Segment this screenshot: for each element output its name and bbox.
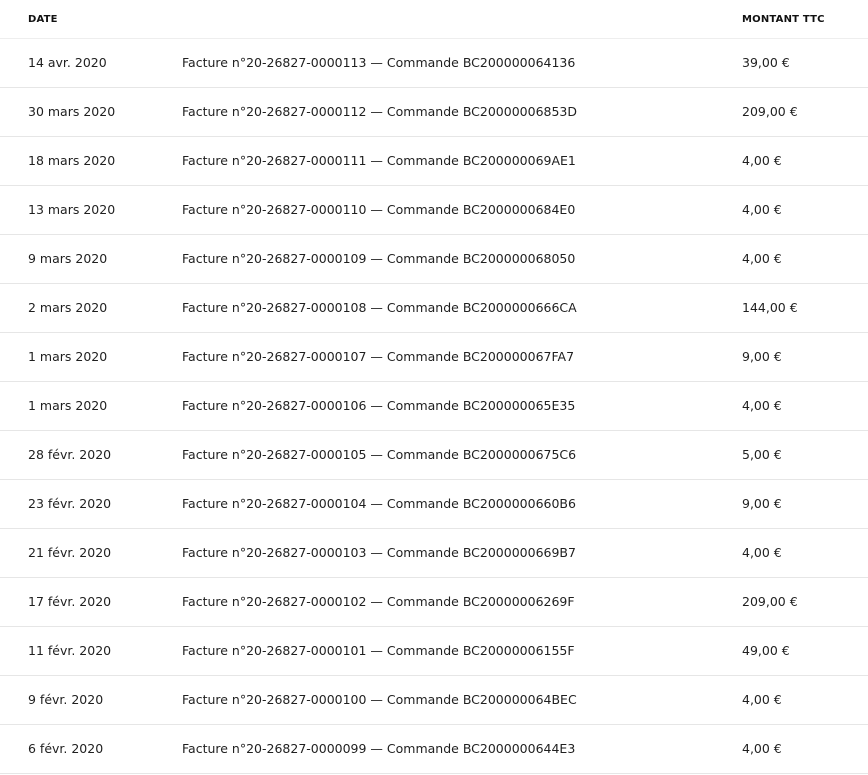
- invoice-amount: 209,00 €: [742, 594, 798, 609]
- table-row[interactable]: 2 mars 2020 Facture n°20-26827-0000108 — …: [0, 284, 868, 333]
- invoice-date: 6 févr. 2020: [28, 741, 104, 756]
- invoice-date: 9 févr. 2020: [28, 692, 104, 707]
- invoice-date: 9 mars 2020: [28, 251, 108, 266]
- table-row[interactable]: 1 mars 2020 Facture n°20-26827-0000106 — …: [0, 382, 868, 431]
- invoice-amount: 9,00 €: [742, 496, 782, 511]
- invoice-table: DATE MONTANT TTC 14 avr. 2020 Facture n°2…: [0, 0, 868, 774]
- invoice-amount: 209,00 €: [742, 104, 798, 119]
- table-row[interactable]: 6 févr. 2020 Facture n°20-26827-0000099 —…: [0, 725, 868, 774]
- invoice-amount: 39,00 €: [742, 55, 790, 70]
- table-row[interactable]: 1 mars 2020 Facture n°20-26827-0000107 — …: [0, 333, 868, 382]
- invoice-date: 1 mars 2020: [28, 349, 108, 364]
- invoice-date: 11 févr. 2020: [28, 643, 112, 658]
- invoice-amount: 4,00 €: [742, 202, 782, 217]
- invoice-description-link[interactable]: Facture n°20-26827-0000109 — Commande BC…: [182, 251, 575, 267]
- table-row[interactable]: 28 févr. 2020 Facture n°20-26827-0000105 …: [0, 431, 868, 480]
- invoice-date: 28 févr. 2020: [28, 447, 112, 462]
- column-header-date: DATE: [28, 14, 58, 25]
- invoice-amount: 49,00 €: [742, 643, 790, 658]
- invoice-description-link[interactable]: Facture n°20-26827-0000101 — Commande BC…: [182, 643, 575, 659]
- table-body: 14 avr. 2020 Facture n°20-26827-0000113 —…: [0, 39, 868, 774]
- invoice-description-link[interactable]: Facture n°20-26827-0000108 — Commande BC…: [182, 300, 577, 316]
- table-header: DATE MONTANT TTC: [0, 0, 868, 39]
- invoice-amount: 4,00 €: [742, 545, 782, 560]
- invoice-description-link[interactable]: Facture n°20-26827-0000105 — Commande BC…: [182, 447, 576, 463]
- invoice-date: 1 mars 2020: [28, 398, 108, 413]
- invoice-date: 23 févr. 2020: [28, 496, 112, 511]
- invoice-amount: 4,00 €: [742, 153, 782, 168]
- table-row[interactable]: 30 mars 2020 Facture n°20-26827-0000112 —…: [0, 88, 868, 137]
- table-row[interactable]: 14 avr. 2020 Facture n°20-26827-0000113 —…: [0, 39, 868, 88]
- invoice-date: 17 févr. 2020: [28, 594, 112, 609]
- invoice-date: 2 mars 2020: [28, 300, 108, 315]
- invoice-date: 14 avr. 2020: [28, 55, 107, 70]
- table-row[interactable]: 11 févr. 2020 Facture n°20-26827-0000101 …: [0, 627, 868, 676]
- table-row[interactable]: 23 févr. 2020 Facture n°20-26827-0000104 …: [0, 480, 868, 529]
- table-row[interactable]: 18 mars 2020 Facture n°20-26827-0000111 —…: [0, 137, 868, 186]
- invoice-description-link[interactable]: Facture n°20-26827-0000102 — Commande BC…: [182, 594, 575, 610]
- invoice-amount: 4,00 €: [742, 741, 782, 756]
- column-header-amount: MONTANT TTC: [742, 14, 825, 25]
- invoice-description-link[interactable]: Facture n°20-26827-0000111 — Commande BC…: [182, 153, 576, 169]
- table-row[interactable]: 9 mars 2020 Facture n°20-26827-0000109 — …: [0, 235, 868, 284]
- invoice-amount: 144,00 €: [742, 300, 798, 315]
- invoice-amount: 9,00 €: [742, 349, 782, 364]
- invoice-description-link[interactable]: Facture n°20-26827-0000106 — Commande BC…: [182, 398, 575, 414]
- invoice-amount: 4,00 €: [742, 692, 782, 707]
- invoice-description-link[interactable]: Facture n°20-26827-0000107 — Commande BC…: [182, 349, 574, 365]
- table-row[interactable]: 9 févr. 2020 Facture n°20-26827-0000100 —…: [0, 676, 868, 725]
- invoice-date: 13 mars 2020: [28, 202, 116, 217]
- invoice-description-link[interactable]: Facture n°20-26827-0000112 — Commande BC…: [182, 104, 577, 120]
- invoice-amount: 4,00 €: [742, 251, 782, 266]
- invoice-date: 21 févr. 2020: [28, 545, 112, 560]
- invoice-amount: 5,00 €: [742, 447, 782, 462]
- table-row[interactable]: 21 févr. 2020 Facture n°20-26827-0000103 …: [0, 529, 868, 578]
- invoice-description-link[interactable]: Facture n°20-26827-0000110 — Commande BC…: [182, 202, 575, 218]
- invoice-description-link[interactable]: Facture n°20-26827-0000099 — Commande BC…: [182, 741, 575, 757]
- invoice-date: 18 mars 2020: [28, 153, 116, 168]
- invoice-date: 30 mars 2020: [28, 104, 116, 119]
- invoice-description-link[interactable]: Facture n°20-26827-0000113 — Commande BC…: [182, 55, 575, 71]
- table-row[interactable]: 17 févr. 2020 Facture n°20-26827-0000102 …: [0, 578, 868, 627]
- invoice-description-link[interactable]: Facture n°20-26827-0000103 — Commande BC…: [182, 545, 576, 561]
- table-row[interactable]: 13 mars 2020 Facture n°20-26827-0000110 —…: [0, 186, 868, 235]
- invoice-description-link[interactable]: Facture n°20-26827-0000100 — Commande BC…: [182, 692, 577, 708]
- invoice-description-link[interactable]: Facture n°20-26827-0000104 — Commande BC…: [182, 496, 576, 512]
- invoice-amount: 4,00 €: [742, 398, 782, 413]
